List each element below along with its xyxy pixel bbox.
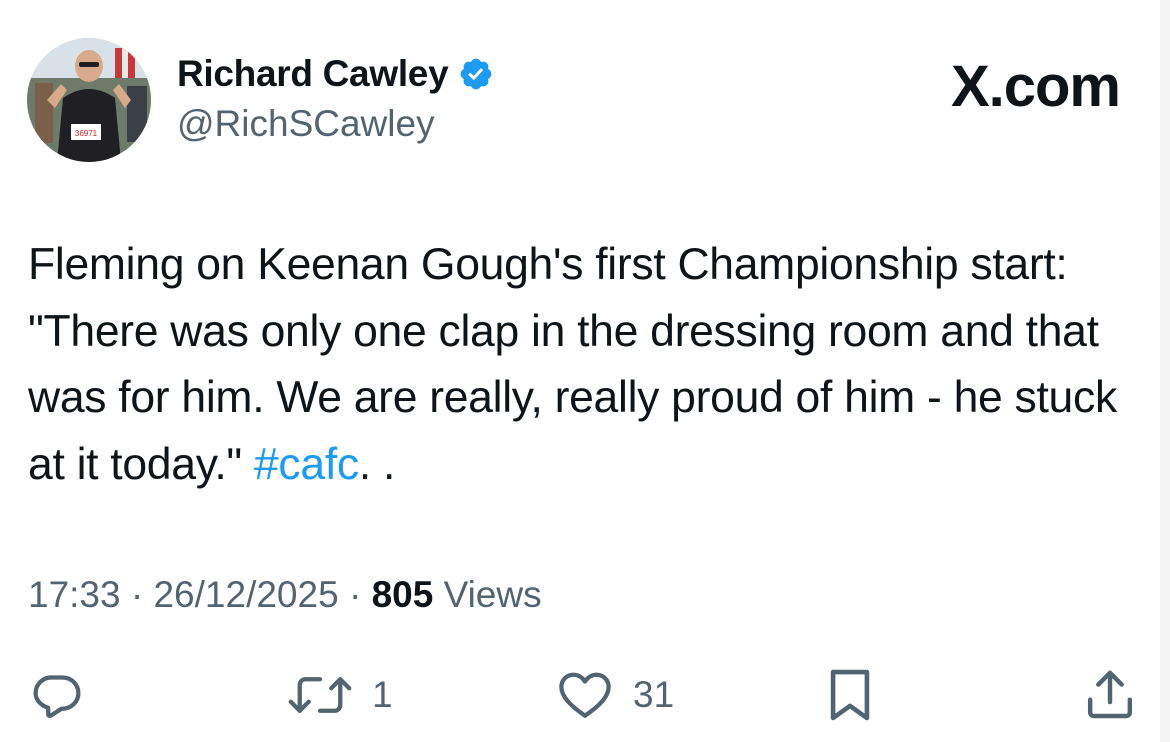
bookmark-icon bbox=[830, 669, 870, 721]
retweet-button[interactable]: 1 bbox=[286, 660, 393, 730]
reply-icon bbox=[33, 675, 81, 719]
tweet-text-body: Fleming on Keenan Gough's first Champion… bbox=[28, 240, 1117, 489]
author-display-name[interactable]: Richard Cawley bbox=[177, 52, 494, 96]
share-icon bbox=[1087, 670, 1133, 719]
avatar[interactable]: 36971 bbox=[27, 38, 151, 162]
meta-separator: · bbox=[130, 574, 144, 615]
tweet-text: Fleming on Keenan Gough's first Champion… bbox=[28, 232, 1143, 498]
retweet-count: 1 bbox=[372, 674, 393, 715]
like-icon bbox=[559, 672, 611, 718]
svg-text:36971: 36971 bbox=[75, 129, 98, 138]
tweet-text-tail: . . bbox=[358, 439, 396, 489]
verified-badge-icon bbox=[460, 58, 492, 90]
meta-separator: · bbox=[348, 574, 362, 615]
hashtag-link[interactable]: #cafc bbox=[254, 440, 359, 489]
retweet-icon bbox=[288, 677, 352, 713]
bookmark-button[interactable] bbox=[822, 660, 878, 730]
views-label: Views bbox=[443, 574, 542, 615]
tweet-meta: 17:33 · 26/12/2025 · 805 Views bbox=[28, 572, 542, 618]
views-count: 805 bbox=[371, 574, 434, 615]
scrollbar-track bbox=[1160, 0, 1170, 742]
reply-button[interactable] bbox=[30, 660, 84, 730]
like-button[interactable]: 31 bbox=[555, 660, 674, 730]
like-count: 31 bbox=[633, 674, 675, 715]
tweet-time[interactable]: 17:33 bbox=[28, 574, 121, 615]
author-name-text[interactable]: Richard Cawley bbox=[177, 52, 449, 96]
author-handle[interactable]: @RichSCawley bbox=[177, 102, 435, 146]
brand-logo: X.com bbox=[950, 54, 1121, 119]
tweet-date[interactable]: 26/12/2025 bbox=[153, 574, 338, 615]
action-bar: 1 31 bbox=[0, 660, 1170, 730]
share-button[interactable] bbox=[1082, 660, 1138, 730]
